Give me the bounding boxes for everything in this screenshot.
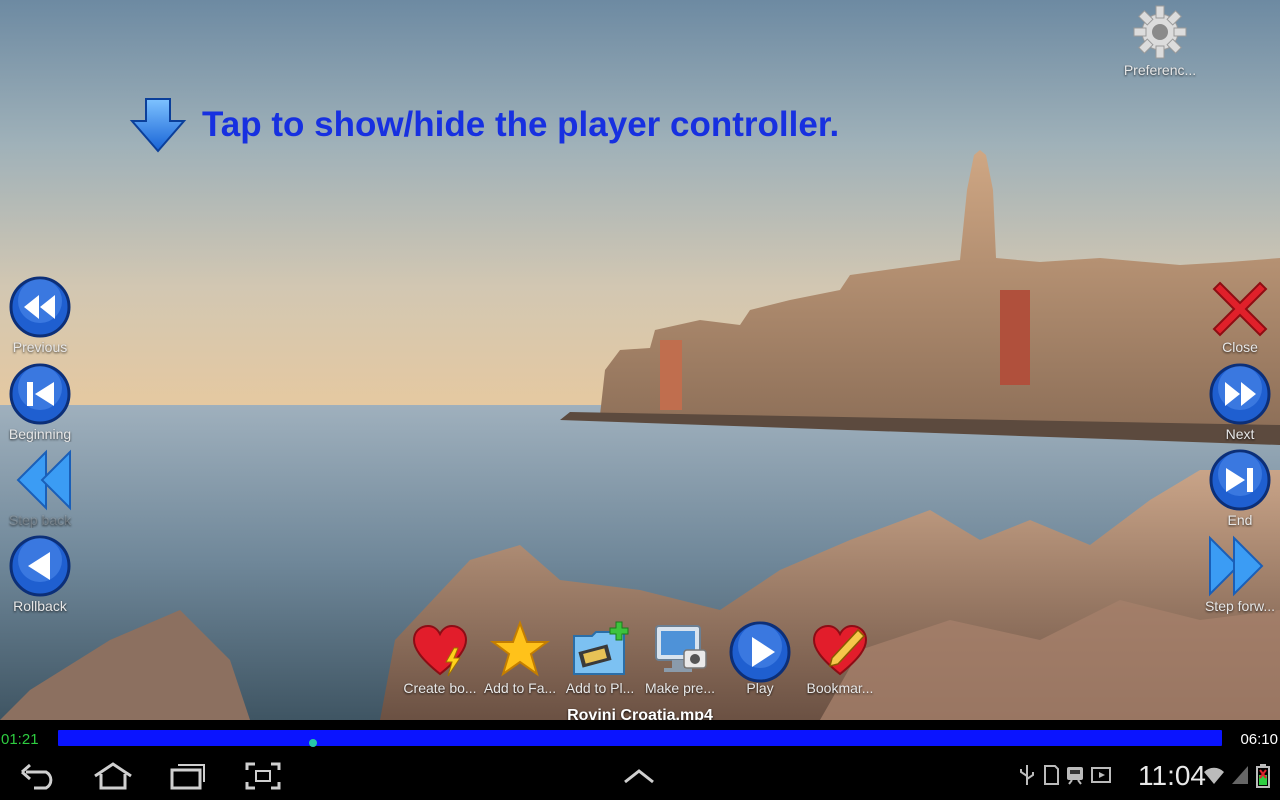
rollback-label: Rollback [13, 598, 67, 614]
signal-icon [1232, 766, 1248, 784]
fast-forward-icon [1209, 363, 1271, 425]
screenshot-icon[interactable] [245, 762, 281, 790]
close-icon [1212, 281, 1268, 337]
make-preview-label: Make pre... [644, 680, 716, 696]
star-icon [490, 620, 550, 677]
tap-hint: Tap to show/hide the player controller. [128, 95, 839, 155]
preferences-button[interactable]: Preferenc... [1118, 2, 1202, 78]
monitor-camera-icon [655, 625, 707, 672]
end-label: End [1227, 512, 1253, 528]
recent-apps-icon[interactable] [170, 762, 206, 790]
gear-icon [1133, 5, 1187, 59]
status-clock: 11:04 [1138, 760, 1206, 791]
create-bookmark-button[interactable]: Create bo... [400, 620, 480, 696]
bookmarks-label: Bookmar... [806, 680, 874, 696]
preferences-label: Preferenc... [1123, 62, 1197, 78]
down-arrow-icon [129, 98, 187, 153]
add-to-playlist-label: Add to Pl... [565, 680, 635, 696]
rewind-icon [9, 276, 71, 338]
double-left-arrow-icon [16, 449, 71, 511]
play-label: Play [746, 680, 774, 696]
close-button[interactable]: Close [1198, 275, 1280, 355]
step-forward-label: Step forw... [1204, 598, 1276, 614]
home-icon[interactable] [92, 762, 134, 790]
create-bookmark-label: Create bo... [403, 680, 477, 696]
hint-text: Tap to show/hide the player controller. [202, 105, 840, 144]
elapsed-time: 01:21 [1, 731, 39, 748]
beginning-label: Beginning [8, 426, 72, 442]
bookmarks-button[interactable]: Bookmar... [800, 620, 880, 696]
previous-button[interactable]: Previous [0, 275, 82, 355]
total-time: 06:10 [1240, 731, 1278, 748]
next-label: Next [1225, 426, 1255, 442]
close-label: Close [1222, 339, 1258, 355]
rollback-button[interactable]: Rollback [0, 534, 82, 614]
folder-film-plus-icon [573, 621, 629, 675]
wifi-icon [1204, 767, 1224, 784]
skip-to-start-icon [9, 363, 71, 425]
media-play-icon [1091, 767, 1111, 783]
step-forward-button[interactable]: Step forw... [1198, 534, 1280, 614]
left-triangle-icon [9, 535, 71, 597]
step-back-button[interactable]: Step back [0, 448, 82, 528]
back-icon[interactable] [20, 762, 58, 790]
system-nav-bar: 11:04 [0, 752, 1280, 800]
play-button[interactable]: Play [720, 620, 800, 696]
video-area[interactable]: Tap to show/hide the player controller. … [0, 0, 1280, 720]
add-to-playlist-button[interactable]: Add to Pl... [560, 620, 640, 696]
seek-bar[interactable] [58, 730, 1222, 746]
train-icon [1067, 767, 1083, 785]
next-button[interactable]: Next [1198, 362, 1280, 442]
beginning-button[interactable]: Beginning [0, 362, 82, 442]
end-button[interactable]: End [1198, 448, 1280, 528]
double-right-arrow-icon [1209, 535, 1264, 597]
previous-label: Previous [12, 339, 68, 355]
add-to-favorites-button[interactable]: Add to Fa... [480, 620, 560, 696]
usb-icon [1020, 765, 1034, 785]
skip-to-end-icon [1209, 449, 1271, 511]
chevron-up-icon[interactable] [622, 768, 656, 784]
seek-bar-thumb[interactable] [308, 739, 317, 747]
step-back-label: Step back [8, 512, 72, 528]
sd-card-icon [1044, 765, 1059, 785]
heart-lightning-icon [412, 624, 468, 677]
make-preview-button[interactable]: Make pre... [640, 620, 720, 696]
video-filename: Rovinj Croatia.mp4 [567, 707, 713, 720]
play-icon [729, 621, 791, 683]
seek-bar-panel: 01:21 06:10 [0, 720, 1280, 752]
battery-icon [1256, 764, 1270, 788]
heart-pencil-icon [812, 624, 868, 676]
add-to-favorites-label: Add to Fa... [483, 680, 557, 696]
